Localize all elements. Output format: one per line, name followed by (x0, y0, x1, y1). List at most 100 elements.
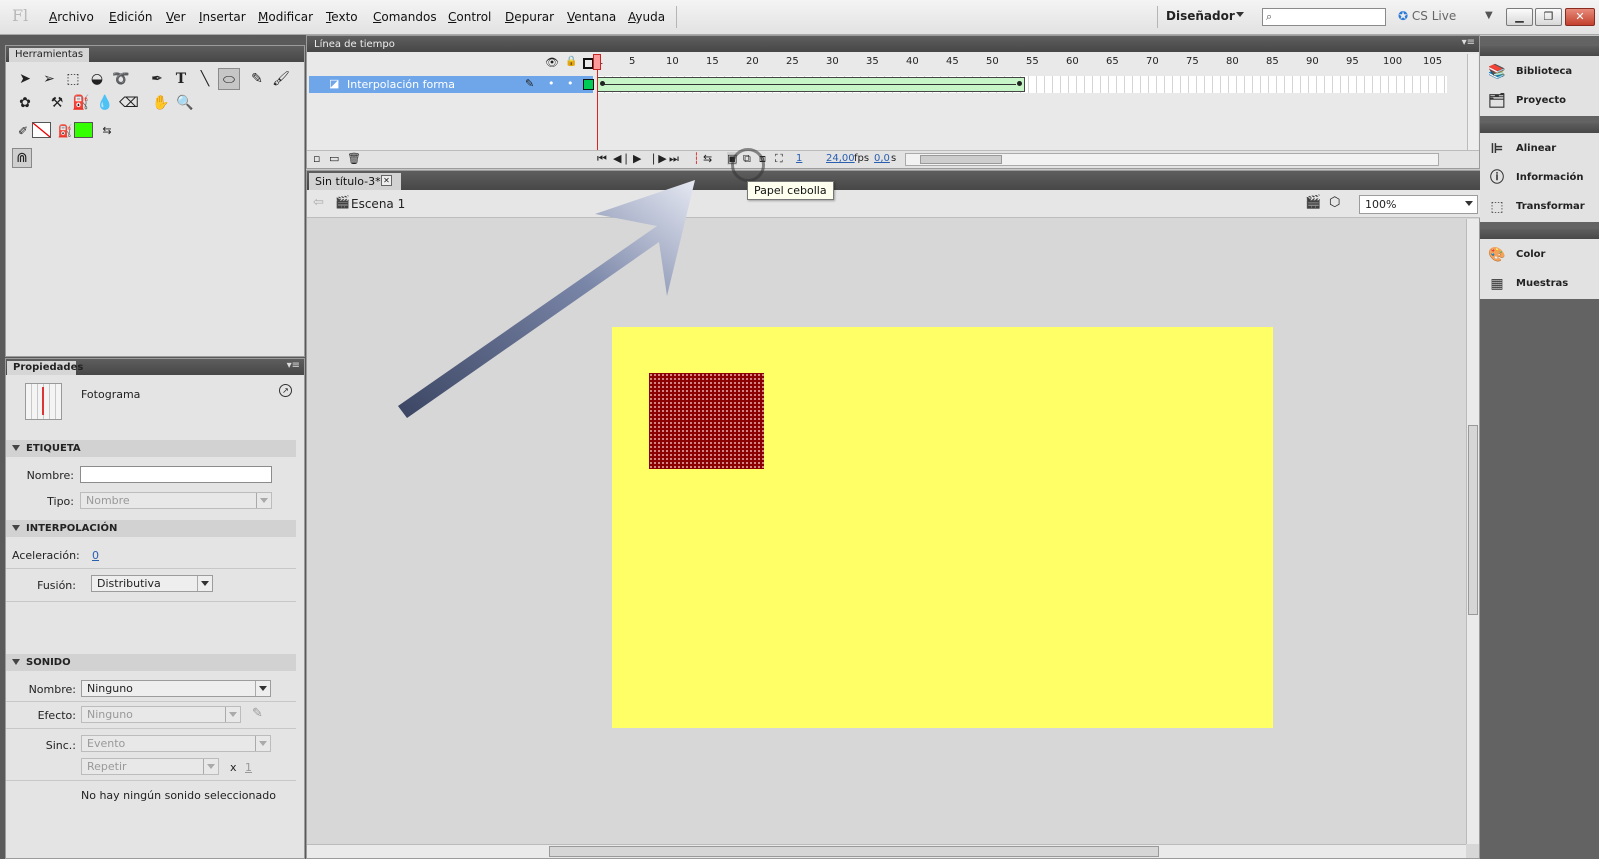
edit-scene-icon[interactable]: 🎬 (1305, 195, 1321, 210)
back-arrow-icon[interactable]: ⇦ (313, 195, 324, 210)
swap-colors-icon[interactable]: ⇆ (96, 120, 118, 142)
shape-tween-span[interactable] (597, 77, 1025, 92)
delete-layer-icon[interactable]: 🗑 (347, 152, 361, 165)
stroke-color-swatch[interactable] (32, 122, 51, 138)
edit-envelope-icon[interactable]: ✎ (252, 706, 263, 721)
timeline-panel: Línea de tiempo ▾≡ 👁 🔒 15101520253035404… (306, 35, 1480, 169)
interpolacion-section-header[interactable]: INTERPOLACIÓN (6, 520, 296, 537)
stroke-color-icon[interactable]: ✐ (12, 120, 34, 142)
3d-rotation-tool-icon[interactable]: ◒ (86, 68, 108, 90)
sound-name-select[interactable]: Ninguno (81, 680, 271, 697)
oval-tool-icon[interactable]: ⬭ (218, 68, 240, 90)
panel-menu-icon[interactable]: ▾≡ (287, 360, 300, 371)
pen-tool-icon[interactable]: ✒ (146, 68, 168, 90)
new-layer-icon[interactable]: ▫ (313, 152, 320, 165)
deco-tool-icon[interactable]: ✿ (14, 92, 36, 114)
lock-icon[interactable]: 🔒 (565, 56, 577, 67)
modify-markers-icon[interactable]: ⛶ (775, 152, 783, 166)
paint-bucket-tool-icon[interactable]: ⛽ (70, 92, 92, 114)
menu-archivo[interactable]: Archivo (49, 10, 94, 24)
label-name-input[interactable] (80, 466, 272, 483)
chevron-down-icon[interactable]: ▼ (1485, 10, 1493, 21)
stage-v-scrollbar[interactable] (1466, 219, 1479, 844)
menu-modificar[interactable]: Modificar (258, 10, 313, 24)
fill-color-swatch[interactable] (74, 122, 93, 138)
pencil-tool-icon[interactable]: ✎ (246, 68, 268, 90)
snap-to-objects-icon[interactable]: ⋒ (12, 148, 32, 168)
hand-tool-icon[interactable]: ✋ (150, 92, 172, 114)
color-panel-button[interactable]: 🎨 Color (1488, 243, 1598, 267)
minimize-button[interactable]: ▁ (1506, 8, 1533, 26)
sonido-section-header[interactable]: SONIDO (6, 654, 296, 671)
menu-control[interactable]: Control (448, 10, 491, 24)
effect-select[interactable]: Ninguno (81, 706, 241, 723)
text-tool-icon[interactable]: T (170, 68, 192, 90)
muestras-panel-button[interactable]: ▦ Muestras (1488, 272, 1598, 296)
layer-name[interactable]: Interpolación forma (347, 78, 455, 91)
edit-symbols-icon[interactable]: ⬡ (1329, 195, 1340, 210)
label-type-select[interactable]: Nombre (80, 492, 272, 509)
informacion-panel-button[interactable]: ⓘ Información (1488, 166, 1598, 190)
biblioteca-panel-button[interactable]: 📚 Biblioteca (1488, 60, 1598, 84)
menu-comandos[interactable]: Comandos (373, 10, 437, 24)
line-tool-icon[interactable]: ╲ (194, 68, 216, 90)
panel-menu-icon[interactable]: ▾≡ (1462, 37, 1475, 48)
proyecto-panel-button[interactable]: 🗂 Proyecto (1488, 89, 1598, 113)
lasso-tool-icon[interactable]: ➰ (110, 68, 132, 90)
menu-edicion[interactable]: Edición (109, 10, 152, 24)
properties-tab[interactable]: Propiedades (7, 361, 83, 375)
transformar-panel-button[interactable]: ⬚ Transformar (1488, 195, 1598, 219)
menu-texto[interactable]: Texto (326, 10, 358, 24)
stage-h-scrollbar[interactable] (307, 844, 1466, 858)
menu-ventana[interactable]: Ventana (567, 10, 616, 24)
ease-value[interactable]: 0 (92, 549, 99, 562)
edit-symbol-icon[interactable]: ↗ (279, 384, 292, 397)
frame-number-label: 70 (1146, 56, 1159, 67)
close-button[interactable]: ✕ (1565, 8, 1595, 26)
eraser-tool-icon[interactable]: ⌫ (118, 92, 140, 114)
new-folder-icon[interactable]: ▭ (329, 152, 339, 165)
timeline-h-scrollbar[interactable] (905, 153, 1439, 166)
zoom-select[interactable]: 100% (1359, 195, 1478, 214)
bone-tool-icon[interactable]: ⚒ (46, 92, 68, 114)
frame-number-label: 40 (906, 56, 919, 67)
playhead[interactable] (593, 54, 601, 70)
brush-tool-icon[interactable]: 🖌 (270, 68, 292, 90)
restore-button[interactable]: ❐ (1535, 8, 1562, 26)
workspace-switcher[interactable]: Diseñador (1166, 9, 1235, 23)
lock-dot-icon[interactable]: • (567, 77, 574, 90)
timeline-tab[interactable]: Línea de tiempo (308, 38, 401, 52)
visibility-dot-icon[interactable]: • (548, 77, 555, 90)
sync-select[interactable]: Evento (81, 735, 271, 752)
chevron-down-icon[interactable] (1236, 12, 1244, 17)
blend-select[interactable]: Distributiva (91, 575, 213, 592)
menu-ver[interactable]: Ver (166, 10, 186, 24)
layer-row[interactable]: ◪ Interpolación forma ✎ • • (309, 76, 594, 93)
fps-value[interactable]: 24,00 (826, 153, 855, 164)
repeat-select[interactable]: Repetir (81, 758, 219, 775)
etiqueta-section-header[interactable]: ETIQUETA (6, 440, 296, 457)
menu-insertar[interactable]: Insertar (199, 10, 246, 24)
zoom-tool-icon[interactable]: 🔍 (174, 92, 196, 114)
keyframe-end[interactable] (1017, 81, 1022, 86)
subselection-tool-icon[interactable]: ➢ (38, 68, 60, 90)
timeline-v-scrollbar[interactable] (1467, 54, 1478, 150)
close-tab-icon[interactable]: ✕ (381, 175, 392, 186)
alinear-panel-button[interactable]: ⊫ Alinear (1488, 137, 1598, 161)
eye-icon[interactable]: 👁 (545, 56, 559, 69)
menu-ayuda[interactable]: Ayuda (628, 10, 665, 24)
free-transform-tool-icon[interactable]: ⬚ (62, 68, 84, 90)
cs-live-button[interactable]: ✪ CS Live (1398, 9, 1456, 23)
fill-color-icon[interactable]: ⛽ (54, 120, 76, 142)
time-value[interactable]: 0,0 (874, 153, 890, 164)
current-frame-value[interactable]: 1 (796, 153, 802, 164)
selection-tool-icon[interactable]: ➤ (14, 68, 36, 90)
eyedropper-tool-icon[interactable]: 💧 (94, 92, 116, 114)
blend-label: Fusión: (37, 579, 76, 592)
keyframe-start[interactable] (600, 81, 605, 86)
tools-tab[interactable]: Herramientas (9, 48, 90, 62)
menu-depurar[interactable]: Depurar (505, 10, 554, 24)
outline-color-icon[interactable] (583, 79, 594, 90)
help-search-input[interactable]: ⌕ (1262, 8, 1386, 26)
repeat-count[interactable]: 1 (245, 761, 252, 774)
